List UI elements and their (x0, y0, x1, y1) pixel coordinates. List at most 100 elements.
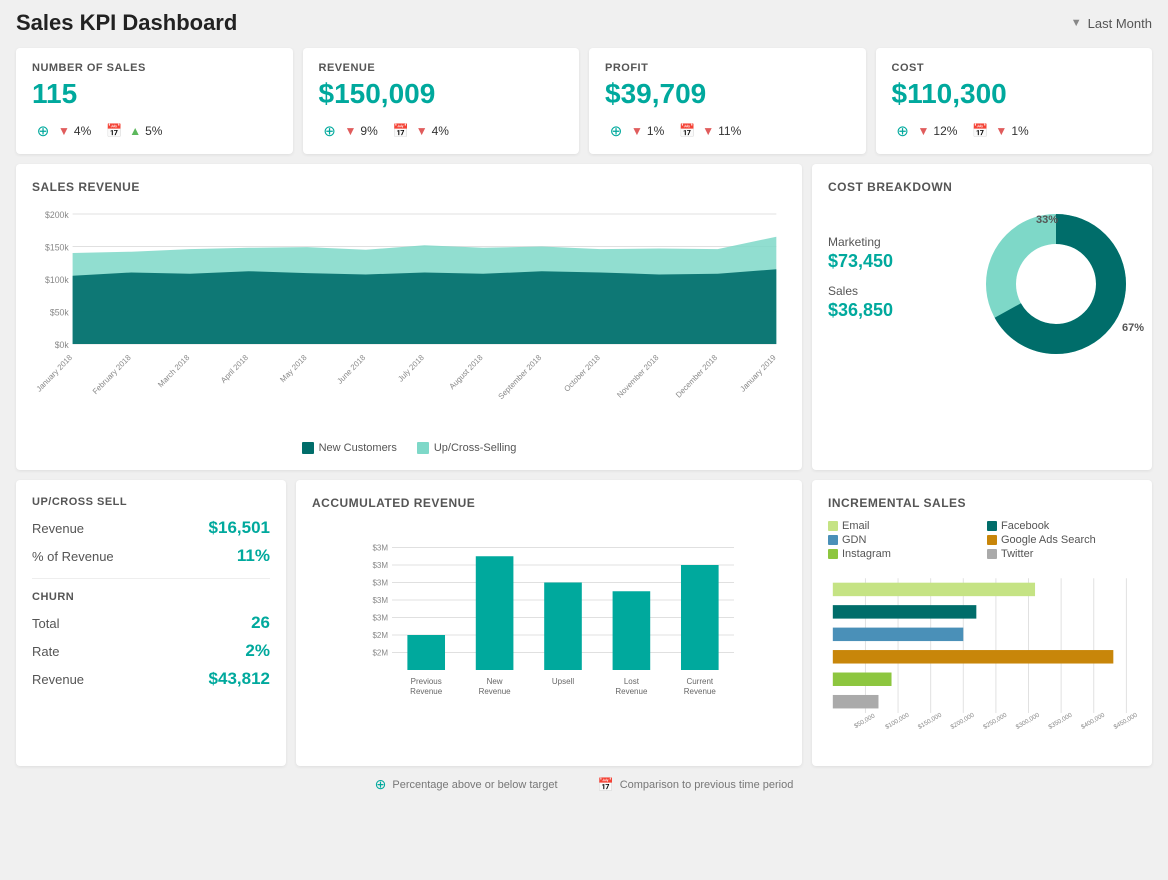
svg-text:$450,000: $450,000 (1113, 711, 1140, 730)
footer-target-text: Percentage above or below target (392, 779, 557, 791)
target-icon-cost: ⊕ (892, 120, 914, 142)
legend-color-facebook (987, 521, 997, 531)
svg-text:$0k: $0k (55, 340, 70, 350)
svg-text:$50k: $50k (50, 307, 69, 317)
pct-label-33: 33% (1036, 214, 1058, 226)
upcross-pct-value: 11% (237, 546, 270, 566)
donut-sales: Sales $36,850 (828, 284, 966, 321)
filter-label: Last Month (1088, 16, 1152, 31)
upcross-revenue-value: $16,501 (209, 518, 270, 538)
metric-direction: ▼ (58, 124, 70, 138)
legend-google-ads: Google Ads Search (987, 534, 1136, 546)
svg-text:October 2018: October 2018 (562, 353, 602, 394)
kpi-card-profit: PROFIT $39,709 ⊕ ▼ 1% 📅 ▼ 11% (589, 48, 866, 154)
kpi-metrics-cost: ⊕ ▼ 12% 📅 ▼ 1% (892, 120, 1137, 142)
kpi-label-cost: COST (892, 62, 1137, 74)
legend-color-gdn (828, 535, 838, 545)
footer-calendar: 📅 Comparison to previous time period (598, 776, 794, 793)
kpi-value-sales: 115 (32, 78, 277, 110)
incremental-sales-card: INCREMENTAL SALES Email Facebook GDN Goo… (812, 480, 1152, 766)
cost-breakdown-card: COST BREAKDOWN Marketing $73,450 Sales $… (812, 164, 1152, 470)
svg-text:Revenue: Revenue (479, 687, 512, 696)
svg-text:Lost: Lost (624, 677, 640, 686)
svg-text:August 2018: August 2018 (448, 353, 485, 392)
svg-text:Current: Current (686, 677, 713, 686)
kpi-row: NUMBER OF SALES 115 ⊕ ▼ 4% 📅 ▲ 5% REVENU… (16, 48, 1152, 154)
svg-text:$3M: $3M (372, 579, 388, 588)
upcross-pct-row: % of Revenue 11% (32, 546, 270, 566)
churn-rev-value: $43,812 (209, 669, 270, 689)
svg-text:$3M: $3M (372, 614, 388, 623)
churn-rev-label: Revenue (32, 672, 84, 687)
kpi-value-cost: $110,300 (892, 78, 1137, 110)
svg-text:$150k: $150k (45, 242, 69, 252)
churn-total-label: Total (32, 616, 59, 631)
calendar-icon-rev: 📅 (390, 120, 412, 142)
kpi-value-revenue: $150,009 (319, 78, 564, 110)
svg-text:$3M: $3M (372, 596, 388, 605)
svg-text:$2M: $2M (372, 631, 388, 640)
legend-color-twitter (987, 549, 997, 559)
pct-label-67: 67% (1122, 322, 1144, 334)
legend-twitter: Twitter (987, 548, 1136, 560)
churn-rate-row: Rate 2% (32, 641, 270, 661)
churn-rate-value: 2% (245, 641, 270, 661)
kpi-value-profit: $39,709 (605, 78, 850, 110)
donut-sales-amount: $36,850 (828, 300, 966, 321)
svg-text:July 2018: July 2018 (396, 353, 426, 384)
upcross-title: UP/CROSS SELL (32, 496, 270, 508)
legend-label-gdn: GDN (842, 534, 866, 546)
svg-text:$2M: $2M (372, 649, 388, 658)
target-icon-prof: ⊕ (605, 120, 627, 142)
upcross-pct-label: % of Revenue (32, 549, 114, 564)
footer-calendar-text: Comparison to previous time period (620, 779, 794, 791)
page-title: Sales KPI Dashboard (16, 10, 237, 36)
kpi-label-profit: PROFIT (605, 62, 850, 74)
legend-upcross: Up/Cross-Selling (417, 442, 517, 454)
kpi-label-sales: NUMBER OF SALES (32, 62, 277, 74)
legend-label-twitter: Twitter (1001, 548, 1033, 560)
donut-marketing: Marketing $73,450 (828, 235, 966, 272)
footer: ⊕ Percentage above or below target 📅 Com… (16, 776, 1152, 793)
metric-pct2-prof: 11% (718, 124, 741, 138)
filter-button[interactable]: ▼ Last Month (1071, 16, 1152, 31)
svg-text:New: New (487, 677, 503, 686)
svg-text:$200k: $200k (45, 210, 69, 220)
calendar-icon-prof: 📅 (676, 120, 698, 142)
donut-labels: Marketing $73,450 Sales $36,850 (828, 235, 966, 333)
accum-chart: $3M$3M$3M$3M$3M$2M$2MPreviousRevenueNewR… (312, 520, 786, 730)
svg-text:$200,000: $200,000 (949, 711, 976, 730)
legend-color-email (828, 521, 838, 531)
legend-label-instagram: Instagram (842, 548, 891, 560)
churn-total-row: Total 26 (32, 613, 270, 633)
incr-legend: Email Facebook GDN Google Ads Search Ins… (828, 520, 1136, 560)
target-icon: ⊕ (32, 120, 54, 142)
donut-chart: 33% 67% (976, 204, 1136, 364)
kpi-card-revenue: REVENUE $150,009 ⊕ ▼ 9% 📅 ▼ 4% (303, 48, 580, 154)
metric-pct: 4% (74, 124, 91, 138)
incr-title: INCREMENTAL SALES (828, 496, 1136, 510)
svg-text:February 2018: February 2018 (91, 353, 133, 397)
kpi-card-cost: COST $110,300 ⊕ ▼ 12% 📅 ▼ 1% (876, 48, 1153, 154)
accumulated-revenue-card: ACCUMULATED REVENUE $3M$3M$3M$3M$3M$2M$2… (296, 480, 802, 766)
upcross-revenue-label: Revenue (32, 521, 84, 536)
kpi-metric-target-prof: ⊕ ▼ 1% (605, 120, 664, 142)
svg-text:$300,000: $300,000 (1015, 711, 1042, 730)
legend-label-google: Google Ads Search (1001, 534, 1096, 546)
legend-email: Email (828, 520, 977, 532)
kpi-metric-calendar-cost: 📅 ▼ 1% (969, 120, 1028, 142)
svg-text:September 2018: September 2018 (496, 353, 543, 402)
legend-gdn: GDN (828, 534, 977, 546)
svg-text:$100,000: $100,000 (884, 711, 911, 730)
svg-text:Revenue: Revenue (684, 687, 717, 696)
legend-label-email: Email (842, 520, 870, 532)
churn-rate-label: Rate (32, 644, 59, 659)
svg-text:$350,000: $350,000 (1047, 711, 1074, 730)
svg-text:April 2018: April 2018 (219, 353, 250, 385)
svg-text:June 2018: June 2018 (335, 353, 367, 386)
churn-total-value: 26 (251, 613, 270, 633)
svg-text:Revenue: Revenue (410, 687, 443, 696)
sales-revenue-title: SALES REVENUE (32, 180, 786, 194)
bottom-row: UP/CROSS SELL Revenue $16,501 % of Reven… (16, 480, 1152, 766)
svg-text:January 2019: January 2019 (738, 353, 777, 394)
